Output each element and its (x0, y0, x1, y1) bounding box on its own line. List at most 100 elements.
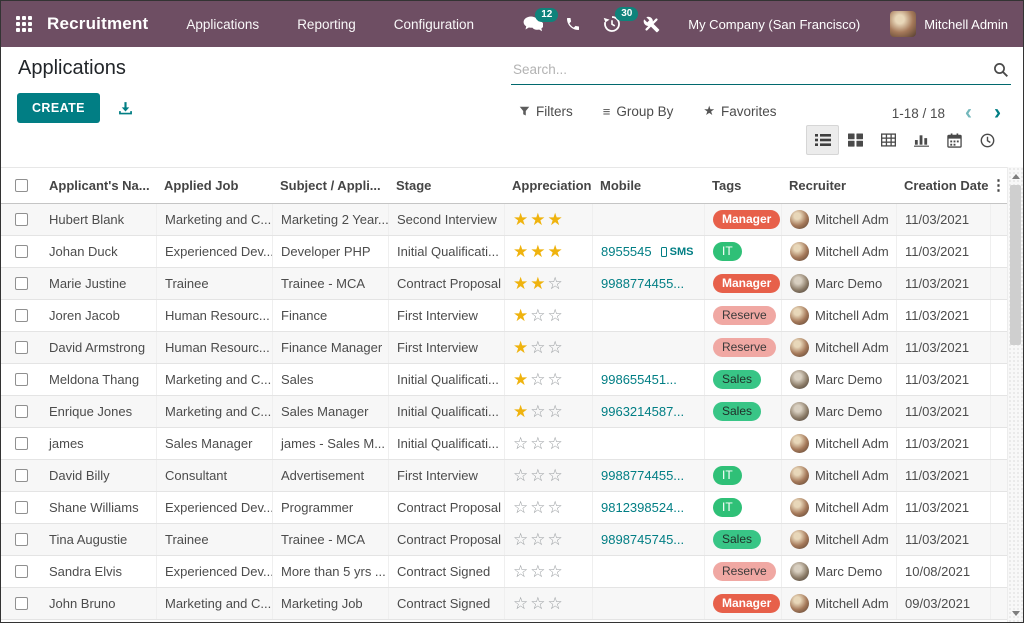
search-icon[interactable] (993, 62, 1011, 78)
row-checkbox[interactable] (1, 245, 41, 258)
rating-star[interactable]: ☆ (548, 594, 565, 614)
rating-star[interactable]: ☆ (513, 594, 530, 614)
row-checkbox[interactable] (1, 213, 41, 226)
group-by-button[interactable]: ≡ Group By (603, 104, 674, 119)
table-row[interactable]: David Billy Consultant Advertisement Fir… (1, 460, 1007, 492)
rating-star[interactable]: ☆ (548, 434, 565, 454)
row-checkbox[interactable] (1, 565, 41, 578)
rating-star[interactable]: ★ (513, 338, 530, 358)
header-applicant-name[interactable]: Applicant's Na... (41, 178, 156, 193)
rating-star[interactable]: ☆ (513, 530, 530, 550)
row-checkbox[interactable] (1, 277, 41, 290)
menu-configuration[interactable]: Configuration (394, 17, 474, 32)
rating-star[interactable]: ★ (548, 242, 565, 262)
table-row[interactable]: John Bruno Marketing and C... Marketing … (1, 588, 1007, 620)
tools-button[interactable] (643, 16, 660, 33)
rating-star[interactable]: ★ (548, 210, 565, 230)
rating-star[interactable]: ☆ (530, 338, 547, 358)
mobile-link[interactable]: 9988774455... (601, 468, 684, 483)
row-checkbox[interactable] (1, 469, 41, 482)
rating-star[interactable]: ☆ (513, 466, 530, 486)
scroll-down-arrow[interactable] (1008, 606, 1023, 620)
rating-star[interactable]: ☆ (530, 466, 547, 486)
filters-button[interactable]: Filters (519, 104, 573, 119)
view-activity-button[interactable] (971, 125, 1004, 155)
header-creation-date[interactable]: Creation Date (896, 178, 990, 193)
user-menu[interactable]: Mitchell Admin (890, 11, 1008, 37)
rating-star[interactable]: ☆ (548, 274, 565, 294)
rating-star[interactable]: ★ (530, 274, 547, 294)
sms-button[interactable]: SMS (661, 246, 694, 258)
apps-menu-icon[interactable] (16, 16, 32, 32)
mobile-link[interactable]: 8955545 (601, 244, 652, 259)
rating-star[interactable]: ☆ (548, 562, 565, 582)
mobile-link[interactable]: 998655451... (601, 372, 677, 387)
rating-star[interactable]: ★ (513, 306, 530, 326)
table-row[interactable]: Tina Augustie Trainee Trainee - MCA Cont… (1, 524, 1007, 556)
rating-star[interactable]: ☆ (548, 370, 565, 390)
view-kanban-button[interactable] (839, 125, 872, 155)
rating-star[interactable]: ☆ (530, 402, 547, 422)
rating-star[interactable]: ☆ (530, 594, 547, 614)
table-row[interactable]: Hubert Blank Marketing and C... Marketin… (1, 204, 1007, 236)
mobile-link[interactable]: 9812398524... (601, 500, 684, 515)
rating-star[interactable]: ★ (530, 210, 547, 230)
export-button[interactable] (118, 101, 133, 116)
table-row[interactable]: Joren Jacob Human Resourc... Finance Fir… (1, 300, 1007, 332)
mobile-link[interactable]: 9898745745... (601, 532, 684, 547)
rating-star[interactable]: ☆ (513, 562, 530, 582)
view-calendar-button[interactable] (938, 125, 971, 155)
rating-star[interactable]: ☆ (530, 370, 547, 390)
rating-star[interactable]: ☆ (548, 466, 565, 486)
table-row[interactable]: Meldona Thang Marketing and C... Sales I… (1, 364, 1007, 396)
rating-star[interactable]: ☆ (530, 306, 547, 326)
messages-button[interactable]: 12 (523, 16, 543, 33)
rating-star[interactable]: ★ (513, 370, 530, 390)
rating-star[interactable]: ☆ (530, 498, 547, 518)
pager-next-button[interactable]: › (994, 103, 1001, 123)
vertical-scrollbar[interactable] (1007, 167, 1023, 622)
app-name[interactable]: Recruitment (47, 14, 148, 34)
header-stage[interactable]: Stage (388, 178, 504, 193)
rating-star[interactable]: ★ (513, 274, 530, 294)
rating-star[interactable]: ☆ (513, 498, 530, 518)
pager-previous-button[interactable]: ‹ (965, 103, 972, 123)
header-tags[interactable]: Tags (704, 178, 781, 193)
header-recruiter[interactable]: Recruiter (781, 178, 896, 193)
phone-button[interactable] (565, 16, 581, 32)
table-row[interactable]: Shane Williams Experienced Dev... Progra… (1, 492, 1007, 524)
rating-star[interactable]: ☆ (548, 306, 565, 326)
rating-star[interactable]: ★ (513, 210, 530, 230)
table-row[interactable]: Enrique Jones Marketing and C... Sales M… (1, 396, 1007, 428)
header-applied-job[interactable]: Applied Job (156, 178, 272, 193)
header-mobile[interactable]: Mobile (592, 178, 704, 193)
mobile-link[interactable]: 9988774455... (601, 276, 684, 291)
search-input[interactable] (511, 62, 993, 77)
row-checkbox[interactable] (1, 501, 41, 514)
row-checkbox[interactable] (1, 373, 41, 386)
view-pivot-button[interactable] (872, 125, 905, 155)
row-checkbox[interactable] (1, 309, 41, 322)
row-checkbox[interactable] (1, 533, 41, 546)
table-row[interactable]: Sandra Elvis Experienced Dev... More tha… (1, 556, 1007, 588)
company-selector[interactable]: My Company (San Francisco) (688, 17, 860, 32)
rating-star[interactable]: ★ (530, 242, 547, 262)
table-row[interactable]: Marie Justine Trainee Trainee - MCA Cont… (1, 268, 1007, 300)
rating-star[interactable]: ☆ (548, 338, 565, 358)
header-appreciation[interactable]: Appreciation (504, 178, 592, 193)
activities-button[interactable]: 30 (603, 15, 621, 33)
mobile-link[interactable]: 9963214587... (601, 404, 684, 419)
table-row[interactable]: Johan Duck Experienced Dev... Developer … (1, 236, 1007, 268)
rating-star[interactable]: ★ (513, 242, 530, 262)
menu-applications[interactable]: Applications (186, 17, 259, 32)
table-row[interactable]: David Armstrong Human Resourc... Finance… (1, 332, 1007, 364)
rating-star[interactable]: ☆ (548, 402, 565, 422)
view-graph-button[interactable] (905, 125, 938, 155)
scroll-up-arrow[interactable] (1008, 169, 1023, 183)
scrollbar-thumb[interactable] (1010, 185, 1021, 345)
rating-star[interactable]: ★ (513, 402, 530, 422)
row-checkbox[interactable] (1, 597, 41, 610)
select-all-checkbox[interactable] (1, 179, 41, 192)
rating-star[interactable]: ☆ (548, 498, 565, 518)
rating-star[interactable]: ☆ (530, 434, 547, 454)
